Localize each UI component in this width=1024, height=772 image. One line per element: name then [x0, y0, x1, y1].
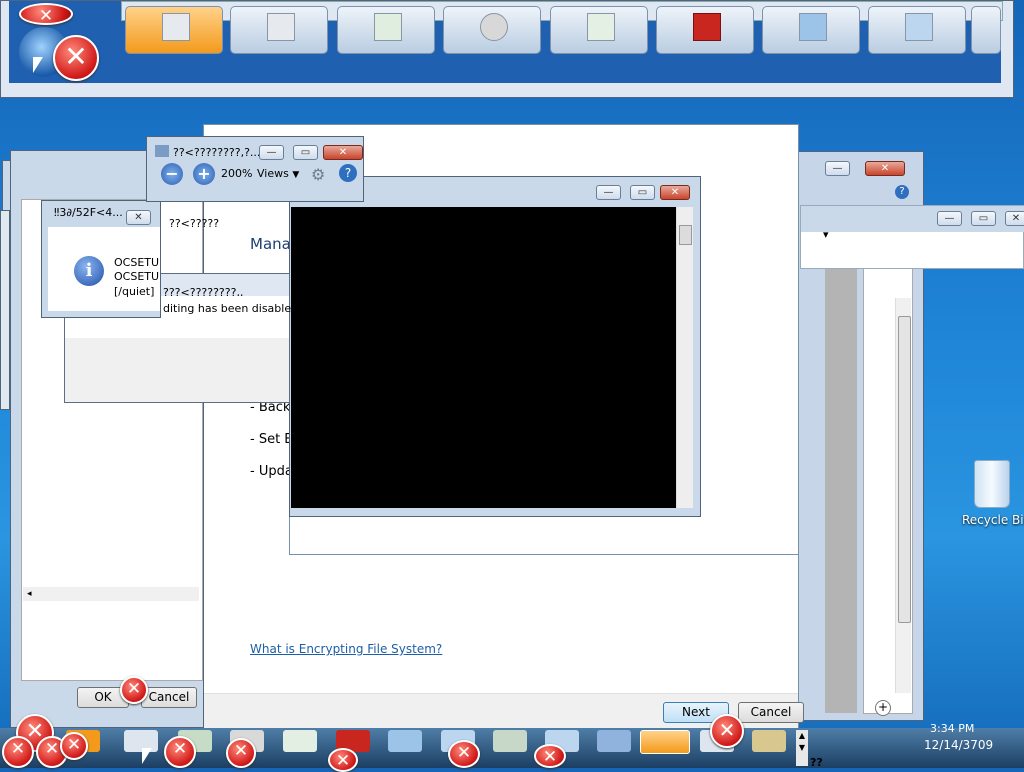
toolbar-tile-computer[interactable] — [868, 6, 966, 54]
close-button[interactable]: ✕ — [323, 145, 363, 160]
info-dialog-title: ‼3∂/52F<4... — [54, 206, 123, 219]
maximize-button[interactable]: ▭ — [630, 185, 655, 200]
video-canvas[interactable] — [291, 207, 676, 508]
help-icon[interactable]: ? — [895, 185, 909, 199]
error-icon: ✕ — [19, 3, 73, 26]
blank-window-icon — [267, 13, 295, 41]
wizard-item-set: - Set E — [250, 432, 293, 447]
tray-text: ?? — [810, 756, 823, 769]
photo-viewer-window: ??<????????,?... — ▭ ✕ − + 200% Views ▼ … — [146, 136, 364, 202]
spreadsheet-icon — [374, 13, 402, 41]
floating-right-window: — ▭ ✕ ▾ — [800, 205, 1024, 269]
minimize-button[interactable]: — — [825, 161, 850, 176]
computer-icon — [905, 13, 933, 41]
error-message: diting has been disabled — [163, 302, 299, 315]
media-window: — ▭ ✕ — [289, 176, 701, 517]
maximize-button[interactable]: ▭ — [971, 211, 996, 226]
recycle-bin-icon[interactable] — [974, 460, 1010, 508]
taskbar-app-network-tray[interactable] — [752, 730, 786, 752]
info-line-3: [/quiet] — [114, 285, 155, 298]
toolbar-tile-toolbox[interactable] — [656, 6, 754, 54]
zoom-out-icon[interactable]: − — [161, 163, 183, 185]
taskbar-app-media[interactable] — [640, 730, 690, 754]
error-icon: ✕ — [710, 714, 744, 748]
vertical-scrollbar[interactable] — [895, 298, 911, 693]
toolbar-tile-spreadsheet[interactable] — [337, 6, 435, 54]
error-icon: ✕ — [448, 740, 480, 768]
error-icon: ✕ — [120, 676, 148, 704]
info-line-1: OCSETU — [114, 256, 160, 269]
recycle-bin-label[interactable]: Recycle Bin — [962, 513, 1024, 527]
taskbar-app-window[interactable] — [124, 730, 158, 752]
error-icon: ✕ — [534, 744, 566, 768]
close-button[interactable]: ✕ — [660, 185, 690, 200]
toolbar-tile-window[interactable] — [230, 6, 328, 54]
views-label: Views — [257, 167, 289, 180]
chevron-down-icon: ▼ — [292, 170, 300, 180]
wizard-heading: Mana — [250, 235, 291, 253]
scrollbar-thumb[interactable] — [679, 225, 692, 245]
toolbar-tile-document[interactable] — [550, 6, 648, 54]
toolbox-icon — [693, 13, 721, 41]
mouse-cursor-icon — [33, 57, 43, 73]
close-button[interactable]: ✕ — [126, 210, 151, 225]
taskbar-scroll-arrows[interactable]: ▲ ▼ — [796, 730, 808, 766]
close-button[interactable]: ✕ — [865, 161, 905, 176]
photo-viewer-title: ??<????????,?... — [173, 146, 261, 159]
disc-icon — [480, 13, 508, 41]
minimize-button[interactable]: — — [259, 145, 284, 160]
taskbar-app-paint[interactable] — [597, 730, 631, 752]
left-properties-window — [0, 210, 10, 410]
clock-date[interactable]: 12/14/3709 — [924, 738, 993, 752]
gray-panel — [825, 268, 857, 713]
add-icon[interactable]: + — [875, 700, 891, 716]
toolbar-tile-documents[interactable] — [125, 6, 223, 54]
vertical-scrollbar[interactable] — [676, 207, 693, 508]
error-icon: ✕ — [60, 732, 88, 760]
error-icon: ✕ — [328, 748, 358, 772]
document-green-icon — [587, 13, 615, 41]
cancel-button[interactable]: Cancel — [141, 687, 197, 708]
taskbar-app-network[interactable] — [493, 730, 527, 752]
mouse-cursor-icon — [142, 748, 152, 764]
minimize-button[interactable]: — — [937, 211, 962, 226]
media-window-shadow-frame — [289, 517, 799, 555]
zoom-level: 200% — [221, 167, 253, 180]
info-dialog: ‼3∂/52F<4... ✕ i OCSETU OCSETU [/quiet] — [41, 200, 161, 318]
taskbar-app-document[interactable] — [283, 730, 317, 752]
close-button[interactable]: ✕ — [1005, 211, 1024, 226]
wizard-item-update: - Upda — [250, 464, 293, 479]
toolbar-tile-window-2[interactable] — [971, 6, 1001, 54]
views-menu[interactable]: Views ▼ — [257, 167, 299, 180]
error-icon: ✕ — [2, 736, 34, 768]
info-dialog-body — [48, 227, 160, 311]
toolbar-tile-computer-search[interactable] — [762, 6, 860, 54]
info-icon: i — [74, 256, 104, 286]
minimize-button[interactable]: — — [596, 185, 621, 200]
zoom-in-icon[interactable]: + — [193, 163, 215, 185]
scrollbar-thumb[interactable] — [898, 316, 911, 623]
toolbar-tile-disc[interactable] — [443, 6, 541, 54]
maximize-button[interactable]: ▭ — [293, 145, 318, 160]
document-orange-icon — [162, 13, 190, 41]
taskbar-app-search[interactable] — [388, 730, 422, 752]
horizontal-scrollbar[interactable]: ◂ — [23, 587, 199, 601]
error-icon: ✕ — [53, 35, 99, 81]
error-icon: ✕ — [164, 736, 196, 768]
background-app-window: ✕ ✕ — [0, 0, 1014, 98]
error-icon: ✕ — [226, 738, 256, 768]
dropdown-arrow-icon[interactable]: ▾ — [823, 228, 829, 241]
info-line-2: OCSETU — [114, 270, 160, 283]
help-icon[interactable]: ? — [339, 164, 357, 182]
computer-search-icon — [799, 13, 827, 41]
photo-viewer-icon — [155, 145, 169, 157]
efs-help-link[interactable]: What is Encrypting File System? — [250, 642, 442, 656]
cancel-button[interactable]: Cancel — [738, 702, 804, 723]
tab-label-partial[interactable]: ??<????? — [169, 217, 219, 230]
clock-time[interactable]: 3:34 PM — [930, 722, 974, 735]
gear-icon[interactable]: ⚙ — [311, 165, 325, 184]
